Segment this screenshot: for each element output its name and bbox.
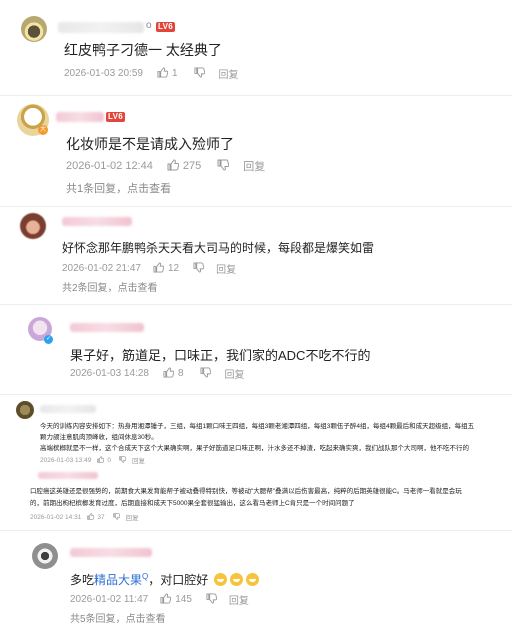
comment-text: 多吃精品大果Q，对口腔好 [70,571,260,588]
comment-2: 大 LV6 化妆师是不是请成入殓师了 2026-01-02 12:44 275 … [0,96,512,206]
comment-meta: 2026-01-02 12:44 275 回复 [66,158,265,174]
comment-text: 果子好，筋道足，口味正，我们家的ADC不吃不行的 [70,348,371,363]
avatar[interactable] [16,401,34,419]
reply-button[interactable]: 回复 [219,66,239,81]
comment-meta: 2026-01-03 13:49 0 回复 [40,455,145,465]
username-blurred[interactable] [62,217,132,226]
comment-text-line1: 今天的训练内容安排如下：热身用湘潭锤子，三组，每组1颗口味王四组，每组3颗老湘潭… [40,423,475,430]
like-icon[interactable] [87,512,95,522]
username-blurred[interactable] [56,112,104,122]
username-suffix: o [146,20,152,31]
reply-button[interactable]: 回复 [126,512,139,522]
avatar[interactable] [20,213,46,239]
dislike-icon[interactable] [206,592,218,607]
reply-button[interactable]: 回复 [225,366,245,381]
comment-date: 2026-01-02 11:47 [70,594,149,605]
comment-text-line2: 颗力颌注意肌肉顶峰收，组间休息30秒。 [40,434,158,441]
comment-text-after: ，对口腔好 [148,573,209,587]
reply-count-text: 共1条回复， [66,183,128,195]
like-icon[interactable] [157,66,169,81]
product-link[interactable]: 精品大果 [94,573,142,587]
comment-meta: 2026-01-02 21:47 12 回复 [62,261,236,276]
like-icon[interactable] [153,261,165,276]
username-blurred[interactable] [58,22,144,33]
dislike-icon[interactable] [199,366,211,381]
view-replies-link[interactable]: 点击查看 [126,614,166,625]
view-replies-link[interactable]: 点击查看 [127,183,171,195]
comment-text: 化妆师是不是请成入殓师了 [66,136,234,152]
view-replies-link[interactable]: 点击查看 [118,283,158,294]
comment-text-line3: 高端槟榔就是不一样，这个合成天下这个大果确实啊，果子好筋道足口味正啊，汁水多还不… [40,445,469,452]
dislike-icon[interactable] [217,159,230,174]
avatar[interactable] [21,16,47,42]
dislike-icon[interactable] [193,261,205,276]
grin-emoji-icon [229,573,243,586]
like-icon[interactable] [163,366,175,381]
like-count: 8 [177,368,184,379]
grin-emoji-icon [213,573,227,586]
comment-meta: 2026-01-02 11:47 145 回复 [70,592,249,607]
comment-date: 2026-01-03 14:28 [70,368,149,379]
comment-6: 口腔癌这英雄还是很强势的，前期食大果发育能帮子被动叠得特别快，等被动"大腮帮"叠… [0,467,512,529]
comment-5: 今天的训练内容安排如下：热身用湘潭锤子，三组，每组1颗口味王四组，每组3颗老湘潭… [0,395,512,467]
like-count: 37 [97,513,105,521]
comment-meta: 2026-01-02 14:31 37 回复 [30,512,139,522]
comment-meta: 2026-01-03 14:28 8 回复 [70,366,245,381]
comment-4: ✓ 果子好，筋道足，口味正，我们家的ADC不吃不行的 2026-01-03 14… [0,305,512,393]
reply-summary: 共5条回复，点击查看 [70,610,166,625]
avatar-badge-icon: ✓ [44,335,53,344]
comment-text: 好怀念那年鹏鸭杀天天看大司马的时候，每段都是爆笑如雷 [62,241,375,255]
username-blurred[interactable] [70,323,144,332]
comment-meta: 2026-01-03 20:59 1 回复 [64,66,239,81]
grin-emoji-icon [246,573,260,586]
comment-text-before: 多吃 [70,573,95,587]
like-count: 12 [167,263,180,274]
comment-text-line2: 的，前期出枸杞槟榔发育过度，后期直接和成天下5000果全套很猛输出，这么看马老师… [30,500,355,507]
dislike-icon[interactable] [193,66,205,81]
like-icon[interactable] [160,592,172,607]
reply-button[interactable]: 回复 [243,158,265,174]
comment-date: 2026-01-02 21:47 [62,263,141,274]
comment-date: 2026-01-03 13:49 [40,456,92,464]
comment-1: o LV6 红皮鸭子刁德一 太经典了 2026-01-03 20:59 1 回复 [0,0,512,95]
comment-text: 红皮鸭子刁德一 太经典了 [64,42,222,58]
username-blurred[interactable] [40,405,96,413]
reply-button[interactable]: 回复 [229,592,249,607]
reply-count-text: 共5条回复， [70,614,126,625]
like-icon[interactable] [97,455,105,465]
dislike-icon[interactable] [112,512,120,522]
reply-summary: 共2条回复，点击查看 [62,279,158,294]
username-blurred[interactable] [70,548,152,557]
comment-date: 2026-01-02 14:31 [30,513,82,521]
like-count: 1 [171,68,178,79]
dislike-icon[interactable] [119,455,127,465]
avatar[interactable] [32,543,58,569]
avatar-badge-icon: 大 [38,125,48,135]
reply-count-text: 共2条回复， [62,283,118,294]
username-blurred[interactable] [38,472,98,479]
comment-date: 2026-01-03 20:59 [64,68,143,79]
level-badge: LV6 [106,112,125,122]
comment-date: 2026-01-02 12:44 [66,160,153,172]
reply-button[interactable]: 回复 [216,261,236,276]
like-icon[interactable] [167,158,180,174]
like-count: 275 [182,160,202,172]
reply-button[interactable]: 回复 [132,455,145,465]
comment-3: 好怀念那年鹏鸭杀天天看大司马的时候，每段都是爆笑如雷 2026-01-02 21… [0,207,512,304]
reply-summary: 共1条回复，点击查看 [66,180,171,196]
like-count: 145 [175,594,192,605]
level-badge: LV6 [156,22,175,32]
comment-7: 多吃精品大果Q，对口腔好 2026-01-02 11:47 145 回复 共5条… [0,531,512,626]
comment-text-line1: 口腔癌这英雄还是很强势的，前期食大果发育能帮子被动叠得特别快，等被动"大腮帮"叠… [30,488,462,495]
like-count: 0 [107,456,111,464]
